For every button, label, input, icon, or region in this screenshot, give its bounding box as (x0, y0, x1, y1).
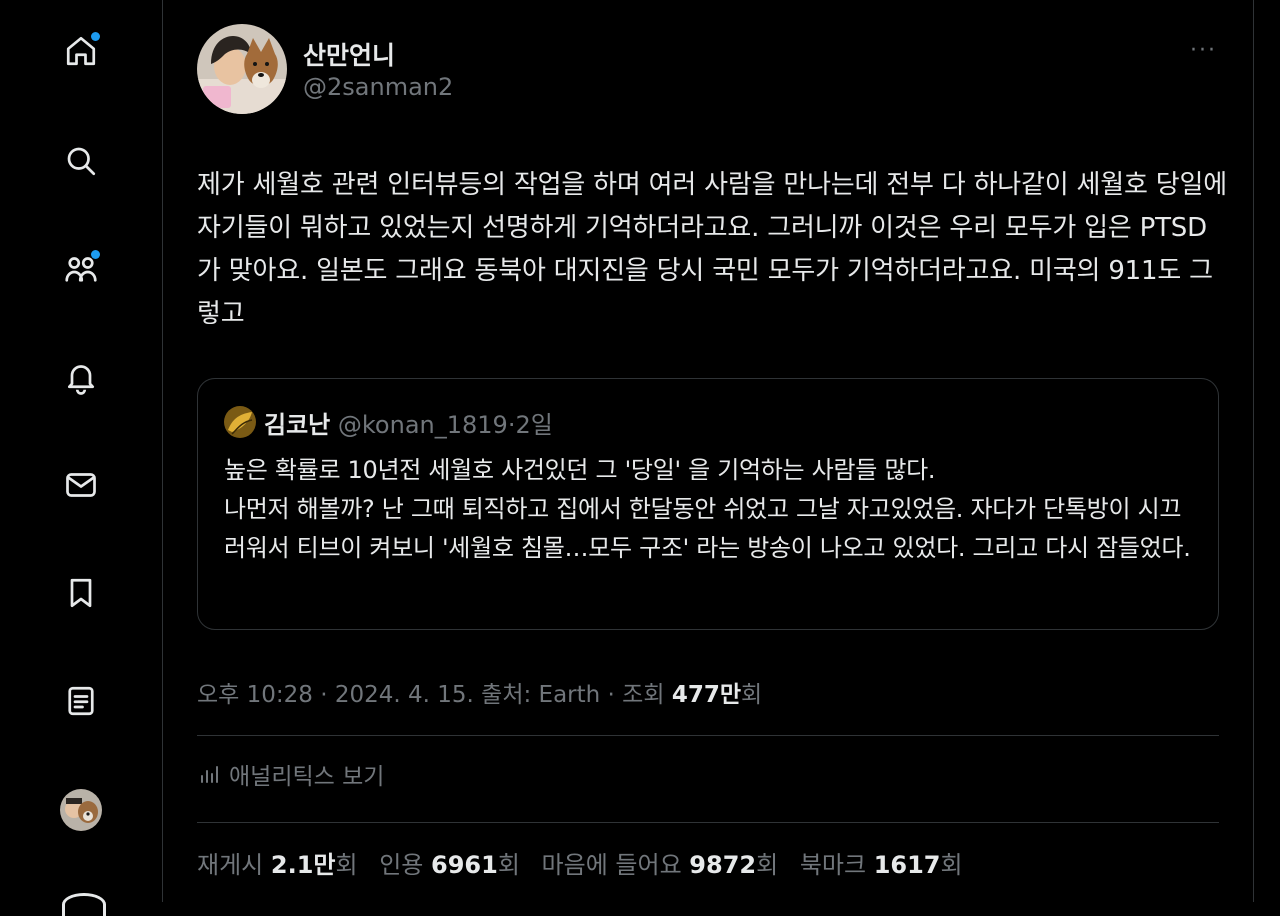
analytics-label: 애널리틱스 보기 (229, 764, 385, 790)
divider (197, 735, 1219, 736)
quotes-count: 6961 (431, 851, 498, 879)
quoted-author-avatar[interactable] (224, 406, 256, 438)
tweet-date[interactable]: 2024. 4. 15. (335, 682, 474, 708)
sidebar-item-notifications[interactable] (58, 354, 104, 400)
tweet-text: 제가 세월호 관련 인터뷰등의 작업을 하며 여러 사람을 만나는데 전부 다 … (197, 170, 1227, 329)
author-handle[interactable]: @2sanman2 (303, 73, 453, 101)
notification-dot (91, 250, 100, 259)
retweets-count: 2.1만 (270, 851, 336, 879)
avatar-image (197, 24, 287, 114)
tweet-meta: 오후 10:28 · 2024. 4. 15. 출처: Earth · 조회 4… (197, 675, 762, 709)
tweet-time[interactable]: 오후 10:28 (197, 682, 313, 708)
avatar-image (60, 789, 102, 831)
sidebar-item-communities[interactable] (58, 246, 104, 292)
quoted-author-handle[interactable]: @konan_1819 (338, 411, 508, 439)
sidebar-item-home[interactable] (58, 28, 104, 74)
retweets-unit: 회 (335, 851, 358, 879)
analytics-link[interactable]: 애널리틱스 보기 (197, 757, 384, 791)
likes-unit: 회 (756, 851, 779, 879)
search-icon (67, 147, 96, 176)
account-avatar[interactable] (60, 789, 102, 831)
bookmarks-stat[interactable]: 북마크 1617회 (800, 851, 963, 879)
quoted-author-name[interactable]: 김코난 (264, 411, 330, 439)
bookmarks-label: 북마크 (799, 851, 874, 879)
likes-stat[interactable]: 마음에 들어요 9872회 (542, 851, 779, 879)
bookmark-icon (70, 578, 92, 608)
list-icon (68, 686, 94, 716)
more-menu-icon[interactable] (62, 893, 106, 916)
tweet-source: 출처: Earth (481, 682, 601, 708)
retweets-stat[interactable]: 재게시 2.1만회 (197, 851, 358, 879)
notification-dot (91, 32, 100, 41)
bookmarks-count: 1617 (873, 851, 941, 879)
avatar-image (224, 406, 256, 438)
quoted-time[interactable]: 2일 (515, 411, 552, 439)
likes-count: 9872 (689, 851, 757, 879)
quotes-stat[interactable]: 인용 6961회 (379, 851, 520, 879)
views-count: 477만 (671, 682, 741, 708)
sidebar-item-lists[interactable] (58, 678, 104, 724)
views-unit: 회 (740, 682, 763, 708)
quoted-tweet-header: 김코난 @konan_1819·2일 (264, 405, 553, 440)
sidebar-item-bookmarks[interactable] (58, 570, 104, 616)
quoted-tweet-text: 높은 확률로 10년전 세월호 사건있던 그 '당일' 을 기억하는 사람들 많… (224, 456, 1191, 562)
likes-label: 마음에 들어요 (541, 851, 690, 879)
tweet-detail: 산만언니 @2sanman2 ··· 제가 세월호 관련 인터뷰등의 작업을 하… (163, 0, 1254, 902)
separator: · (600, 682, 623, 708)
engagement-stats: 재게시 2.1만회 인용 6961회 마음에 들어요 9872회 북마크 161… (197, 845, 963, 880)
retweets-label: 재게시 (197, 851, 271, 879)
analytics-icon (201, 766, 218, 783)
quotes-label: 인용 (379, 851, 432, 879)
bell-icon (67, 365, 95, 395)
divider (197, 822, 1219, 823)
mail-icon (66, 473, 96, 497)
quoted-tweet[interactable]: 김코난 @konan_1819·2일 높은 확률로 10년전 세월호 사건있던 … (197, 378, 1219, 630)
author-name[interactable]: 산만언니 (303, 36, 395, 72)
views-label: 조회 (622, 682, 672, 708)
sidebar-item-messages[interactable] (58, 462, 104, 508)
quotes-unit: 회 (497, 851, 520, 879)
bookmarks-unit: 회 (940, 851, 963, 879)
separator: · (312, 682, 335, 708)
author-avatar[interactable] (197, 24, 287, 114)
sidebar-item-explore[interactable] (58, 138, 104, 184)
sidebar (0, 0, 163, 916)
more-options-icon[interactable]: ··· (1190, 38, 1217, 63)
